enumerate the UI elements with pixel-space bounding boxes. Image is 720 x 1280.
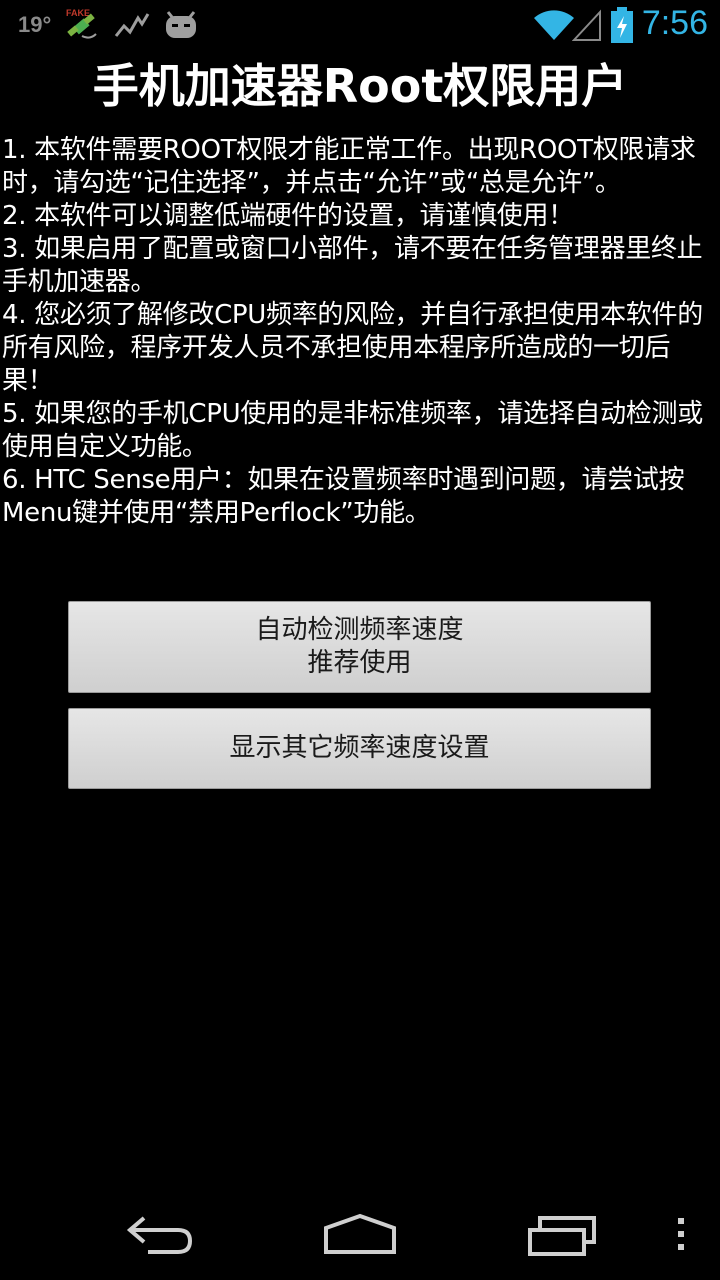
status-bar: 19° FAKE 7:56 [0,0,720,50]
wifi-icon [533,8,575,46]
note-item-5: 5. 如果您的手机CPU使用的是非标准频率，请选择自动检测或使用自定义功能。 [2,399,703,462]
temperature-readout: 19° [18,12,52,37]
show-other-label: 显示其它频率速度设置 [229,733,490,763]
activity-graph-icon [114,10,150,44]
note-item-3: 3. 如果启用了配置或窗口小部件，请不要在任务管理器里终止手机加速器。 [2,234,703,297]
recent-apps-icon[interactable] [526,1216,598,1260]
note-item-6: 6. HTC Sense用户：如果在设置频率时遇到问题，请尝试按Menu键并使用… [2,465,685,528]
navigation-bar [0,1184,720,1280]
battery-charging-icon [610,6,634,48]
page-title: 手机加速器Root权限用户 [92,59,628,113]
fake-label: FAKE [66,8,90,18]
note-item-4: 4. 您必须了解修改CPU频率的风险，并自行承担使用本软件的所有风险，程序开发人… [2,300,703,396]
cyanogenmod-robot-icon [162,8,200,44]
note-item-2: 2. 本软件可以调整低端硬件的设置，请谨慎使用！ [2,201,574,231]
fake-gps-icon: FAKE [64,6,104,50]
show-other-frequency-settings-button[interactable]: 显示其它频率速度设置 [68,708,651,789]
clock: 7:56 [641,4,708,42]
recommended-label: 推荐使用 [307,648,412,678]
auto-detect-label: 自动检测频率速度 [255,615,464,645]
note-item-1: 1. 本软件需要ROOT权限才能正常工作。出现ROOT权限请求时，请勾选“记住选… [2,135,696,198]
overflow-menu-icon[interactable] [674,1216,688,1256]
cell-signal-icon [571,8,602,46]
back-icon[interactable] [124,1214,196,1258]
instructions-list: 1. 本软件需要ROOT权限才能正常工作。出现ROOT权限请求时，请勾选“记住选… [2,134,714,530]
home-icon[interactable] [322,1212,398,1260]
auto-detect-frequency-button[interactable]: 自动检测频率速度 推荐使用 [68,601,651,693]
